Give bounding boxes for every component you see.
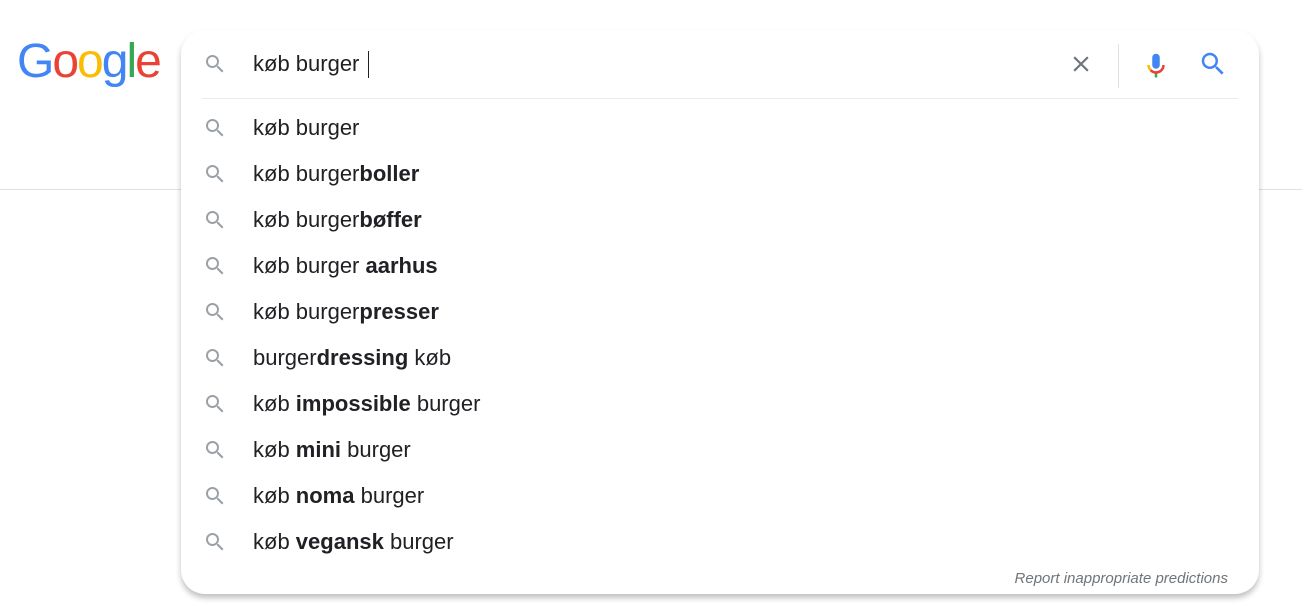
search-icon[interactable]: [1198, 49, 1228, 79]
suggestion-item[interactable]: køb burger aarhus: [181, 243, 1259, 289]
suggestion-completion: bøffer: [359, 207, 422, 232]
suggestion-text: køb burgerboller: [253, 161, 419, 187]
suggestion-text: køb burger aarhus: [253, 253, 438, 279]
logo-letter: l: [126, 35, 137, 88]
suggestion-prefix: køb: [253, 437, 296, 462]
logo-letter: e: [135, 35, 162, 88]
suggestion-suffix: burger: [341, 437, 411, 462]
suggestion-item[interactable]: køb burgerpresser: [181, 289, 1259, 335]
suggestion-prefix: køb burger: [253, 299, 360, 324]
logo-letter: o: [52, 35, 79, 88]
search-icon: [206, 257, 224, 275]
suggestion-prefix: køb burger: [253, 253, 366, 278]
suggestion-text: køb impossible burger: [253, 391, 480, 417]
search-bar: [181, 30, 1259, 98]
suggestion-item[interactable]: køb burger: [181, 105, 1259, 151]
suggestion-text: køb burgerpresser: [253, 299, 439, 325]
search-icon: [206, 487, 224, 505]
logo-letter: o: [77, 35, 104, 88]
close-icon[interactable]: [1068, 51, 1094, 77]
suggestion-completion: boller: [359, 161, 420, 186]
suggestion-text: burgerdressing køb: [253, 345, 451, 371]
suggestion-suffix: burger: [410, 391, 481, 416]
suggestion-prefix: køb: [253, 483, 296, 508]
search-icon: [206, 303, 224, 321]
search-icon: [206, 165, 224, 183]
search-icon: [206, 349, 224, 367]
report-predictions-link[interactable]: Report inappropriate predictions: [1015, 570, 1228, 587]
google-logo[interactable]: Google: [17, 35, 162, 88]
suggestion-text: køb burgerbøffer: [253, 207, 422, 233]
suggestion-prefix: burger: [253, 345, 317, 370]
suggestion-item[interactable]: køb burgerboller: [181, 151, 1259, 197]
dropdown-divider: [202, 98, 1238, 99]
suggestion-completion: aarhus: [365, 253, 438, 278]
suggestion-suffix: burger: [383, 529, 454, 554]
search-input[interactable]: [253, 48, 1053, 80]
suggestion-item[interactable]: køb noma burger: [181, 473, 1259, 519]
suggestion-item[interactable]: køb vegansk burger: [181, 519, 1259, 565]
search-icon: [206, 211, 224, 229]
text-cursor: [368, 51, 369, 78]
suggestion-text: køb mini burger: [253, 437, 411, 463]
suggestion-completion: vegansk: [295, 529, 384, 554]
suggestion-text: køb burger: [253, 115, 359, 141]
suggestion-completion: noma: [295, 483, 355, 508]
suggestion-completion: impossible: [295, 391, 411, 416]
suggestion-prefix: køb burger: [253, 207, 360, 232]
suggestion-suffix: burger: [354, 483, 425, 508]
suggestion-prefix: køb: [253, 529, 296, 554]
search-icon: [206, 533, 224, 551]
suggestion-text: køb noma burger: [253, 483, 424, 509]
suggestion-text: køb vegansk burger: [253, 529, 454, 555]
suggestion-prefix: køb burger: [253, 161, 360, 186]
suggestion-completion: mini: [295, 437, 342, 462]
search-panel: køb burger køb burgerboller køb burgerbø…: [181, 30, 1259, 594]
logo-letter: g: [101, 35, 129, 88]
search-icon: [206, 395, 224, 413]
suggestion-item[interactable]: køb impossible burger: [181, 381, 1259, 427]
button-divider: [1118, 44, 1119, 88]
logo-letter: G: [17, 35, 54, 88]
suggestion-item[interactable]: køb burgerbøffer: [181, 197, 1259, 243]
suggestion-completion: presser: [359, 299, 439, 324]
mic-icon[interactable]: [1141, 49, 1171, 81]
suggestion-item[interactable]: burgerdressing køb: [181, 335, 1259, 381]
search-icon: [206, 55, 224, 73]
suggestion-prefix: køb burger: [253, 115, 360, 140]
suggestion-completion: dressing: [316, 345, 409, 370]
search-icon: [206, 119, 224, 137]
suggestion-list: køb burger køb burgerboller køb burgerbø…: [181, 105, 1259, 565]
search-icon: [206, 441, 224, 459]
suggestion-suffix: køb: [408, 345, 452, 370]
suggestion-prefix: køb: [253, 391, 296, 416]
suggestion-item[interactable]: køb mini burger: [181, 427, 1259, 473]
